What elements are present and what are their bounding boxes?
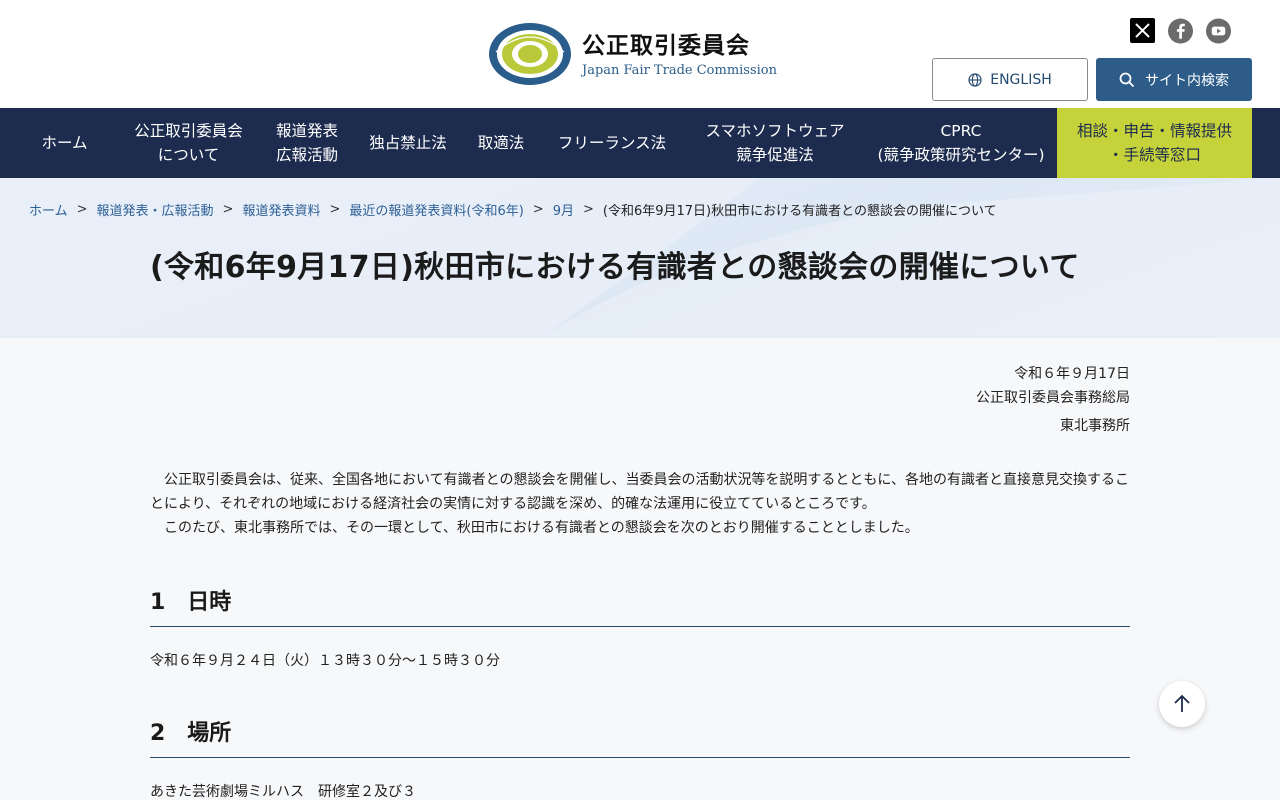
- nav-help-desk[interactable]: 相談・申告・情報提供 ・手続等窓口: [1057, 108, 1252, 178]
- paragraph-intro: 公正取引委員会は、従来、全国各地において有識者との懇談会を開催し、当委員会の活動…: [150, 472, 1130, 512]
- nav-antimonopoly[interactable]: 独占禁止法: [353, 108, 463, 178]
- breadcrumb-month[interactable]: 9月: [553, 200, 574, 219]
- org-name: 公正取引委員会: [582, 32, 750, 59]
- issuer-office: 公正取引委員会事務総局: [976, 390, 1130, 406]
- nav-cprc[interactable]: CPRC (競争政策研究センター): [865, 108, 1057, 178]
- release-meta: 令和６年９月17日 公正取引委員会事務総局 東北事務所: [976, 362, 1130, 438]
- facebook-icon[interactable]: [1168, 18, 1193, 43]
- nav-about[interactable]: 公正取引委員会 について: [116, 108, 261, 178]
- english-label: ENGLISH: [990, 71, 1052, 88]
- section-text-datetime: 令和６年９月２４日（火）１３時３０分～１５時３０分: [150, 653, 500, 669]
- site-logo-link[interactable]: 公正取引委員会 Japan Fair Trade Commission: [488, 22, 777, 86]
- globe-icon: [968, 72, 982, 87]
- breadcrumb-press-materials[interactable]: 報道発表資料: [242, 200, 320, 219]
- nav-smartphone[interactable]: スマホソフトウェア 競争促進法: [685, 108, 865, 178]
- nav-freelance[interactable]: フリーランス法: [539, 108, 685, 178]
- youtube-icon[interactable]: [1206, 18, 1231, 43]
- release-date: 令和６年９月17日: [1014, 366, 1130, 382]
- breadcrumb-home[interactable]: ホーム: [29, 200, 68, 219]
- social-links: [1130, 18, 1231, 43]
- breadcrumb-recent[interactable]: 最近の報道発表資料(令和6年): [349, 200, 523, 219]
- issuer-branch: 東北事務所: [1060, 418, 1130, 434]
- arrow-up-icon: [1174, 694, 1190, 712]
- page-hero: ホーム > 報道発表・広報活動 > 報道発表資料 > 最近の報道発表資料(令和6年) >…: [0, 178, 1280, 338]
- section-heading-datetime: 1 日時: [150, 584, 1130, 627]
- nav-home[interactable]: ホーム: [13, 108, 116, 178]
- global-nav: ホーム 公正取引委員会 について 報道発表 広報活動 独占禁止法 取適法 フリー…: [0, 108, 1280, 178]
- page-title: (令和6年9月17日)秋田市における有識者との懇談会の開催について: [150, 250, 1080, 285]
- jftc-logo-icon: [489, 23, 571, 85]
- paragraph-announcement: このたび、東北事務所では、その一環として、秋田市における有識者との懇談会を次のと…: [164, 520, 919, 536]
- search-label: サイト内検索: [1145, 72, 1229, 89]
- search-icon: [1119, 72, 1135, 87]
- breadcrumb: ホーム > 報道発表・広報活動 > 報道発表資料 > 最近の報道発表資料(令和6年) >…: [29, 200, 997, 219]
- x-icon[interactable]: [1130, 18, 1155, 43]
- nav-subcontract[interactable]: 取適法: [463, 108, 539, 178]
- breadcrumb-current: (令和6年9月17日)秋田市における有識者との懇談会の開催について: [602, 204, 997, 219]
- nav-press[interactable]: 報道発表 広報活動: [261, 108, 353, 178]
- body-text: 公正取引委員会は、従来、全国各地において有識者との懇談会を開催し、当委員会の活動…: [150, 468, 1132, 540]
- site-search-button[interactable]: サイト内検索: [1096, 58, 1252, 101]
- org-name-en: Japan Fair Trade Commission: [582, 62, 777, 78]
- back-to-top-button[interactable]: [1159, 681, 1205, 727]
- section-text-venue: あきた芸術劇場ミルハス 研修室２及び３: [150, 784, 416, 800]
- breadcrumb-press[interactable]: 報道発表・広報活動: [97, 200, 214, 219]
- english-button[interactable]: ENGLISH: [932, 58, 1088, 101]
- section-heading-venue: 2 場所: [150, 715, 1130, 758]
- main-content: 令和６年９月17日 公正取引委員会事務総局 東北事務所 公正取引委員会は、従来、…: [0, 338, 1280, 800]
- site-header: 公正取引委員会 Japan Fair Trade Commission ENGL…: [0, 0, 1280, 108]
